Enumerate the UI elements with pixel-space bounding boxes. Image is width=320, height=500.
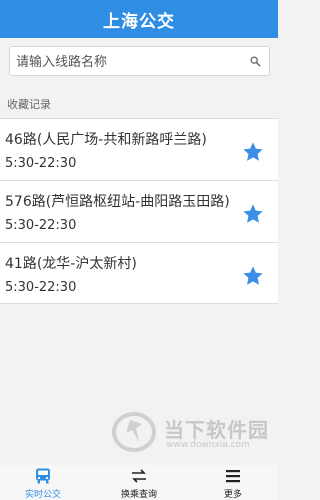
- favorites-section-label: 收藏记录: [7, 98, 51, 111]
- route-name: 41路(龙华-沪太新村): [5, 256, 137, 272]
- favorites-list: 46路(人民广场-共和新路呼兰路) 5:30-22:30 576路(芦恒路枢纽站…: [0, 118, 278, 304]
- route-name: 46路(人民广场-共和新路呼兰路): [5, 132, 207, 148]
- watermark-url: www.downxia.com: [166, 440, 250, 450]
- star-icon[interactable]: [242, 141, 264, 163]
- tab-label: 实时公交: [24, 490, 61, 500]
- bottom-tab-bar: 实时公交 换乘查询 更多: [0, 465, 278, 500]
- search-icon[interactable]: [250, 56, 261, 67]
- tab-transfer-query[interactable]: 换乘查询: [104, 465, 174, 500]
- tab-label: 更多: [223, 490, 242, 500]
- list-item[interactable]: 576路(芦恒路枢纽站-曲阳路玉田路) 5:30-22:30: [0, 180, 278, 242]
- watermark-brand: 当下软件园: [164, 418, 269, 442]
- route-hours: 5:30-22:30: [5, 280, 77, 295]
- watermark: 当下软件园 www.downxia.com: [108, 410, 278, 454]
- tab-label: 换乘查询: [120, 490, 157, 500]
- list-item[interactable]: 41路(龙华-沪太新村) 5:30-22:30: [0, 242, 278, 304]
- tab-realtime-bus[interactable]: 实时公交: [8, 465, 78, 500]
- star-icon[interactable]: [242, 203, 264, 225]
- page-title: 上海公交: [103, 11, 175, 32]
- more-icon: [226, 470, 240, 483]
- star-icon[interactable]: [242, 265, 264, 287]
- app-header: 上海公交: [0, 0, 278, 38]
- search-input[interactable]: [16, 51, 241, 73]
- bus-icon: [36, 468, 50, 484]
- transfer-icon: [132, 469, 146, 483]
- tab-more[interactable]: 更多: [198, 465, 268, 500]
- route-hours: 5:30-22:30: [5, 156, 77, 171]
- list-item[interactable]: 46路(人民广场-共和新路呼兰路) 5:30-22:30: [0, 118, 278, 180]
- route-name: 576路(芦恒路枢纽站-曲阳路玉田路): [5, 194, 230, 210]
- search-bar: [0, 38, 278, 86]
- route-hours: 5:30-22:30: [5, 218, 77, 233]
- watermark-logo-icon: [112, 412, 156, 452]
- search-box[interactable]: [9, 46, 270, 76]
